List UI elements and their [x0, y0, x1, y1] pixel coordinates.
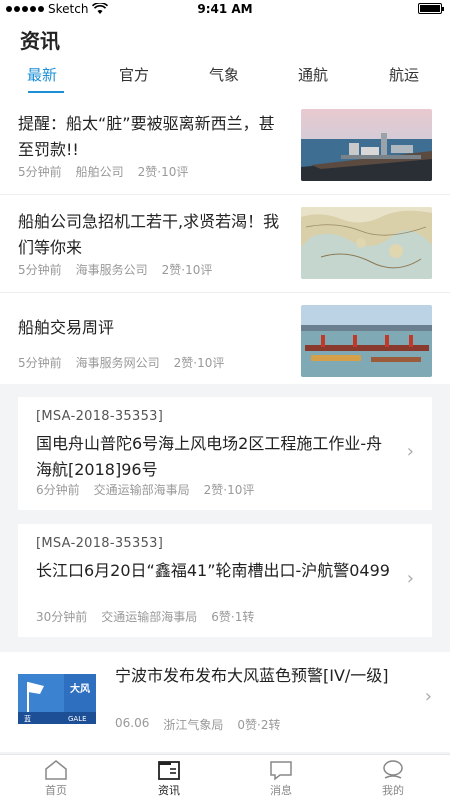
notice-time: 30分钟前	[36, 610, 88, 624]
notice-stats: 6赞·1转	[211, 610, 255, 624]
warning-source: 浙江气象局	[163, 718, 224, 732]
notice-title: 长江口6月20日“鑫福41”轮南槽出口-沪航警0499	[36, 561, 390, 580]
notice-meta: 6分钟前 交通运输部海事局 2赞·10评	[36, 481, 254, 498]
tab-official[interactable]: 官方	[119, 64, 149, 85]
tab-navigation[interactable]: 通航	[298, 64, 328, 85]
news-icon	[158, 761, 180, 780]
chevron-right-icon: ›	[406, 568, 414, 589]
bottom-navigation: 首页 资讯 消息 我的	[0, 754, 450, 800]
status-time: 9:41 AM	[197, 2, 253, 16]
wifi-icon	[92, 3, 109, 14]
carrier-name: Sketch	[48, 2, 89, 16]
chevron-right-icon: ›	[424, 686, 432, 707]
profile-icon	[383, 760, 403, 779]
news-time: 5分钟前	[18, 263, 62, 277]
news-meta: 5分钟前 船舶公司 2赞·10评	[18, 163, 188, 180]
warning-icon-text-left: 蓝	[24, 714, 31, 723]
warning-date: 06.06	[115, 716, 150, 730]
warning-icon-text-bottom: GALE	[68, 715, 87, 723]
warning-title: 宁波市发布发布大风蓝色预警[IV/一级]	[115, 666, 389, 685]
news-title: 船舶交易周评	[18, 318, 115, 337]
news-stats: 2赞·10评	[173, 356, 225, 370]
tab-latest[interactable]: 最新	[27, 64, 57, 85]
notice-meta: 30分钟前 交通运输部海事局 6赞·1转	[36, 608, 254, 625]
news-time: 5分钟前	[18, 165, 62, 179]
news-source: 海事服务公司	[75, 263, 148, 277]
news-stats: 2赞·10评	[137, 165, 189, 179]
warning-stats: 0赞·2转	[237, 718, 281, 732]
notice-title: 国电舟山普陀6号海上风电场2区工程施工作业-舟海航[2018]96号	[36, 434, 383, 479]
notice-time: 6分钟前	[36, 483, 80, 497]
news-item[interactable]: 船舶公司急招机工若干,求贤若渴！我们等你来 5分钟前 海事服务公司 2赞·10评	[0, 195, 450, 293]
notice-source: 交通运输部海事局	[93, 483, 190, 497]
carrier-signal: Sketch	[6, 2, 109, 16]
notice-code: [MSA-2018-35353]	[36, 536, 164, 551]
news-meta: 5分钟前 海事服务公司 2赞·10评	[18, 261, 212, 278]
category-tabs: 最新 官方 气象 通航 航运	[0, 64, 450, 96]
nav-messages-label: 消息	[270, 784, 292, 797]
active-tab-indicator	[28, 91, 64, 93]
weather-warning-item[interactable]: 大风 蓝 GALE 宁波市发布发布大风蓝色预警[IV/一级] 06.06 浙江气…	[0, 652, 450, 752]
nav-home[interactable]: 首页	[26, 759, 86, 798]
notice-stats: 2赞·10评	[203, 483, 255, 497]
home-icon	[45, 760, 67, 780]
tab-shipping[interactable]: 航运	[389, 64, 419, 85]
warning-meta: 06.06 浙江气象局 0赞·2转	[115, 716, 280, 733]
nav-profile[interactable]: 我的	[363, 759, 423, 798]
news-title: 提醒：船太“脏”要被驱离新西兰，甚至罚款!!	[18, 114, 275, 159]
news-title: 船舶公司急招机工若干,求贤若渴！我们等你来	[18, 212, 280, 257]
notice-code: [MSA-2018-35353]	[36, 409, 164, 424]
news-source: 船舶公司	[75, 165, 124, 179]
page-title: 资讯	[20, 29, 60, 53]
news-time: 5分钟前	[18, 356, 62, 370]
notice-card[interactable]: [MSA-2018-35353] 国电舟山普陀6号海上风电场2区工程施工作业-舟…	[18, 397, 432, 510]
nav-news[interactable]: 资讯	[139, 759, 199, 798]
news-item[interactable]: 船舶交易周评 5分钟前 海事服务网公司 2赞·10评	[0, 293, 450, 391]
notice-card[interactable]: [MSA-2018-35353] 长江口6月20日“鑫福41”轮南槽出口-沪航警…	[18, 524, 432, 637]
nav-messages[interactable]: 消息	[251, 759, 311, 798]
tab-weather[interactable]: 气象	[209, 64, 239, 85]
notice-source: 交通运输部海事局	[101, 610, 198, 624]
news-meta: 5分钟前 海事服务网公司 2赞·10评	[18, 354, 224, 371]
news-source: 海事服务网公司	[75, 356, 160, 370]
nav-home-label: 首页	[45, 784, 67, 797]
message-icon	[270, 761, 292, 781]
chevron-right-icon: ›	[406, 441, 414, 462]
news-thumbnail-port-image	[301, 305, 432, 377]
news-stats: 2赞·10评	[161, 263, 213, 277]
nav-news-label: 资讯	[158, 784, 180, 797]
battery-icon	[418, 3, 444, 14]
news-thumbnail-chart-image	[301, 207, 432, 279]
news-thumbnail-ship-image	[301, 109, 432, 181]
warning-icon-text-top: 大风	[70, 682, 90, 695]
news-item[interactable]: 提醒：船太“脏”要被驱离新西兰，甚至罚款!! 5分钟前 船舶公司 2赞·10评	[0, 97, 450, 195]
gale-warning-icon: 大风 蓝 GALE	[18, 674, 96, 724]
nav-profile-label: 我的	[382, 784, 404, 797]
status-bar: Sketch 9:41 AM	[0, 0, 450, 18]
signal-strength-icon	[6, 6, 44, 12]
